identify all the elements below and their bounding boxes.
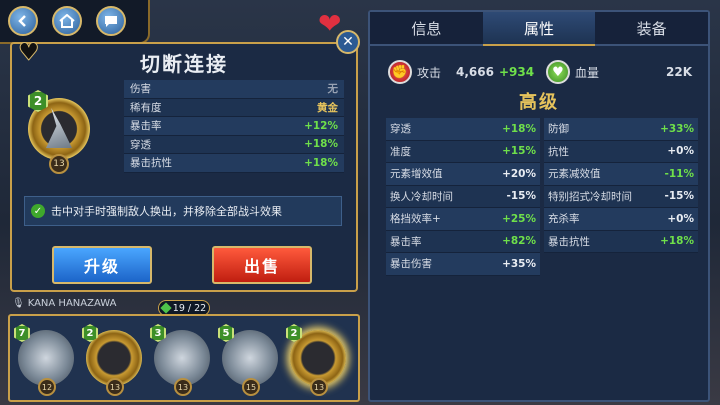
- skill-stat-row: 稀有度 黄金: [124, 98, 344, 117]
- attribute-row: 穿透 +18%: [386, 118, 540, 141]
- home-icon[interactable]: [52, 6, 82, 36]
- hp-label: 血量: [575, 65, 600, 80]
- attribute-label: 防御: [548, 123, 569, 136]
- attribute-value: +82%: [502, 235, 536, 248]
- attribute-label: 特别招式冷却时间: [548, 190, 632, 203]
- attribute-value: -15%: [506, 190, 537, 203]
- skill-stat-value: +18%: [304, 156, 338, 169]
- skill-stat-value: +18%: [304, 138, 338, 151]
- tab-属性[interactable]: 属性: [482, 12, 596, 46]
- attribute-row: 防御 +33%: [544, 118, 698, 141]
- skill-effect-text: 击中对手时强制敌人换出，并移除全部战斗效果: [51, 205, 282, 218]
- skill-stats-table: 伤害 无稀有度 黄金暴击率 +12% 穿透 +18% 暴击抗性 +18%: [124, 80, 344, 173]
- hero-card[interactable]: 3 13: [150, 324, 212, 396]
- attribute-value: +0%: [667, 212, 694, 225]
- attribute-label: 格挡效率+: [390, 213, 441, 226]
- card-rank-badge: 13: [174, 378, 192, 396]
- skill-stat-row: 暴击抗性 +18%: [124, 154, 344, 173]
- attribute-row: 格挡效率+ +25%: [386, 208, 540, 231]
- skill-stat-value: 无: [327, 83, 339, 96]
- skill-stat-label: 伤害: [130, 83, 151, 96]
- attribute-label: 换人冷却时间: [390, 190, 453, 203]
- tab-信息[interactable]: 信息: [370, 12, 483, 46]
- sell-button[interactable]: 出售: [212, 246, 312, 284]
- skill-title: 切断连接: [140, 52, 228, 76]
- attribute-row: 暴击率 +82%: [386, 230, 540, 253]
- attributes-grid: 穿透 +18% 防御 +33% 准度 +15% 抗性 +0% 元素增效值 +20% 元素减效值 -11…: [386, 118, 698, 276]
- skill-stat-value: +12%: [304, 119, 338, 132]
- skill-stat-label: 暴击抗性: [130, 157, 172, 170]
- attribute-label: 暴击伤害: [390, 258, 432, 271]
- card-strip: 7 12 2 13 3 13 5 15 2 13: [8, 314, 360, 402]
- hero-card[interactable]: 7 12: [14, 324, 76, 396]
- fist-icon: ✊: [388, 60, 412, 84]
- chat-bubble-icon[interactable]: [96, 6, 126, 36]
- tab-装备[interactable]: 装备: [595, 12, 709, 46]
- attribute-row: 准度 +15%: [386, 140, 540, 163]
- attack-base: 4,666: [456, 65, 494, 79]
- tab-bar: 信息 属性 装备: [370, 12, 709, 46]
- hero-card[interactable]: 2 13: [286, 324, 348, 396]
- attack-label: 攻击: [417, 65, 442, 80]
- attribute-row: 元素减效值 -11%: [544, 163, 698, 186]
- card-rank-badge: 13: [310, 378, 328, 396]
- voice-actor: 🎙 KANA HANAZAWA: [12, 298, 116, 309]
- voice-actor-name: KANA HANAZAWA: [27, 298, 117, 309]
- heart-health-icon: ♥: [546, 60, 570, 84]
- hero-card[interactable]: 5 15: [218, 324, 280, 396]
- attribute-label: 元素增效值: [390, 168, 443, 181]
- hero-card[interactable]: 2 13: [82, 324, 144, 396]
- attribute-value: +0%: [667, 145, 694, 158]
- attribute-value: +25%: [502, 212, 536, 225]
- attribute-value: +18%: [502, 122, 536, 135]
- close-icon[interactable]: ✕: [336, 30, 360, 54]
- attribute-value: +15%: [502, 145, 536, 158]
- skill-effect: ✓ 击中对手时强制敌人换出，并移除全部战斗效果: [24, 196, 342, 226]
- card-rank-badge: 12: [38, 378, 56, 396]
- check-icon: ✓: [31, 204, 45, 218]
- attribute-row: 充杀率 +0%: [544, 208, 698, 231]
- attribute-value: +33%: [660, 122, 694, 135]
- attribute-row: 暴击抗性 +18%: [544, 230, 698, 253]
- skill-emblem: 2 13: [28, 90, 90, 178]
- attribute-value: +20%: [502, 167, 536, 180]
- attribute-row: 换人冷却时间 -15%: [386, 185, 540, 208]
- skill-stat-label: 暴击率: [130, 120, 162, 133]
- attribute-label: 暴击抗性: [548, 235, 590, 248]
- attribute-row: 元素增效值 +20%: [386, 163, 540, 186]
- gem-icon: [160, 302, 172, 314]
- attack-stat: ✊ 攻击 4,666 +934: [388, 60, 534, 84]
- skill-stat-row: 穿透 +18%: [124, 135, 344, 154]
- attribute-label: 充杀率: [548, 213, 580, 226]
- skill-stat-value: 黄金: [317, 101, 338, 114]
- attribute-row: 特别招式冷却时间 -15%: [544, 185, 698, 208]
- grade-title: 高级: [519, 92, 559, 113]
- attribute-label: 抗性: [548, 145, 569, 158]
- card-rank-badge: 13: [106, 378, 124, 396]
- attribute-label: 穿透: [390, 123, 411, 136]
- attributes-panel: 信息 属性 装备 ✊ 攻击 4,666 +934 ♥ 血量 22K 高级 穿透 +18…: [368, 10, 710, 402]
- card-counter-text: 19 / 22: [172, 302, 207, 314]
- skill-stat-label: 穿透: [130, 138, 151, 151]
- hp-value: 22K: [666, 65, 692, 79]
- attribute-value: +35%: [502, 257, 536, 270]
- attribute-row: 暴击伤害 +35%: [386, 253, 540, 276]
- back-arrow-icon[interactable]: [8, 6, 38, 36]
- attribute-label: 元素减效值: [548, 168, 601, 181]
- attack-bonus: +934: [498, 65, 535, 79]
- card-rank-badge: 15: [242, 378, 260, 396]
- attribute-label: 暴击率: [390, 235, 422, 248]
- skill-stat-row: 暴击率 +12%: [124, 117, 344, 136]
- hp-stat: ♥ 血量 22K: [546, 60, 692, 84]
- microphone-icon: 🎙: [12, 298, 25, 309]
- skill-rank-badge: 13: [49, 154, 69, 174]
- skill-stat-row: 伤害 无: [124, 80, 344, 99]
- attribute-value: -11%: [664, 167, 695, 180]
- skill-stat-label: 稀有度: [130, 101, 162, 114]
- attribute-value: -15%: [664, 190, 695, 203]
- attribute-label: 准度: [390, 145, 411, 158]
- upgrade-button[interactable]: 升级: [52, 246, 152, 284]
- attribute-row: 抗性 +0%: [544, 140, 698, 163]
- attribute-value: +18%: [660, 235, 694, 248]
